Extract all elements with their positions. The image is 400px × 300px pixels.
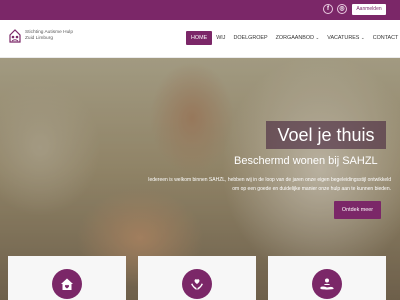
nav-item-wij[interactable]: WIJ [212,31,229,45]
nav-item-vacatures[interactable]: VACATURES ⌄ [323,31,368,45]
nav-item-label: ZORGAANBOD [275,35,314,41]
top-bar: f ◎ Aanmelden [0,0,400,20]
instagram-icon[interactable]: ◎ [337,4,347,14]
nav-item-contact[interactable]: CONTACT [369,31,400,45]
helping-hand-icon [312,269,342,299]
hero-description: Iedereen is welkom binnen SAHZL, hebben … [148,177,391,192]
chevron-down-icon: ⌄ [360,35,365,40]
service-card[interactable] [138,256,256,300]
service-card[interactable] [268,256,386,300]
nav-item-home[interactable]: HOME [186,31,213,45]
service-card[interactable] [8,256,126,300]
hero-subtitle: Beschermd wonen bij SAHZL [234,155,378,167]
logo-line-2: Zuid Limburg [25,36,53,41]
hero-banner: Voel je thuis Beschermd wonen bij SAHZL … [0,58,400,300]
heart-hands-icon [182,269,212,299]
nav-item-label: VACATURES [327,35,360,41]
hero-title: Voel je thuis [266,121,386,149]
site-header: Stichting Autisme Hulp Zuid Limburg HOME… [0,20,400,58]
login-button[interactable]: Aanmelden [352,4,386,15]
home-icon [52,269,82,299]
logo-icon[interactable] [9,29,21,43]
nav-item-zorgaanbod[interactable]: ZORGAANBOD ⌄ [272,31,324,45]
facebook-icon[interactable]: f [323,4,333,14]
discover-more-button[interactable]: Ontdek meer [334,201,381,219]
logo-text[interactable]: Stichting Autisme Hulp Zuid Limburg [25,30,95,42]
chevron-down-icon: ⌄ [315,35,320,40]
main-nav: HOME WIJ DOELGROEP ZORGAANBOD ⌄ VACATURE… [186,31,400,45]
nav-item-doelgroep[interactable]: DOELGROEP [229,31,271,45]
